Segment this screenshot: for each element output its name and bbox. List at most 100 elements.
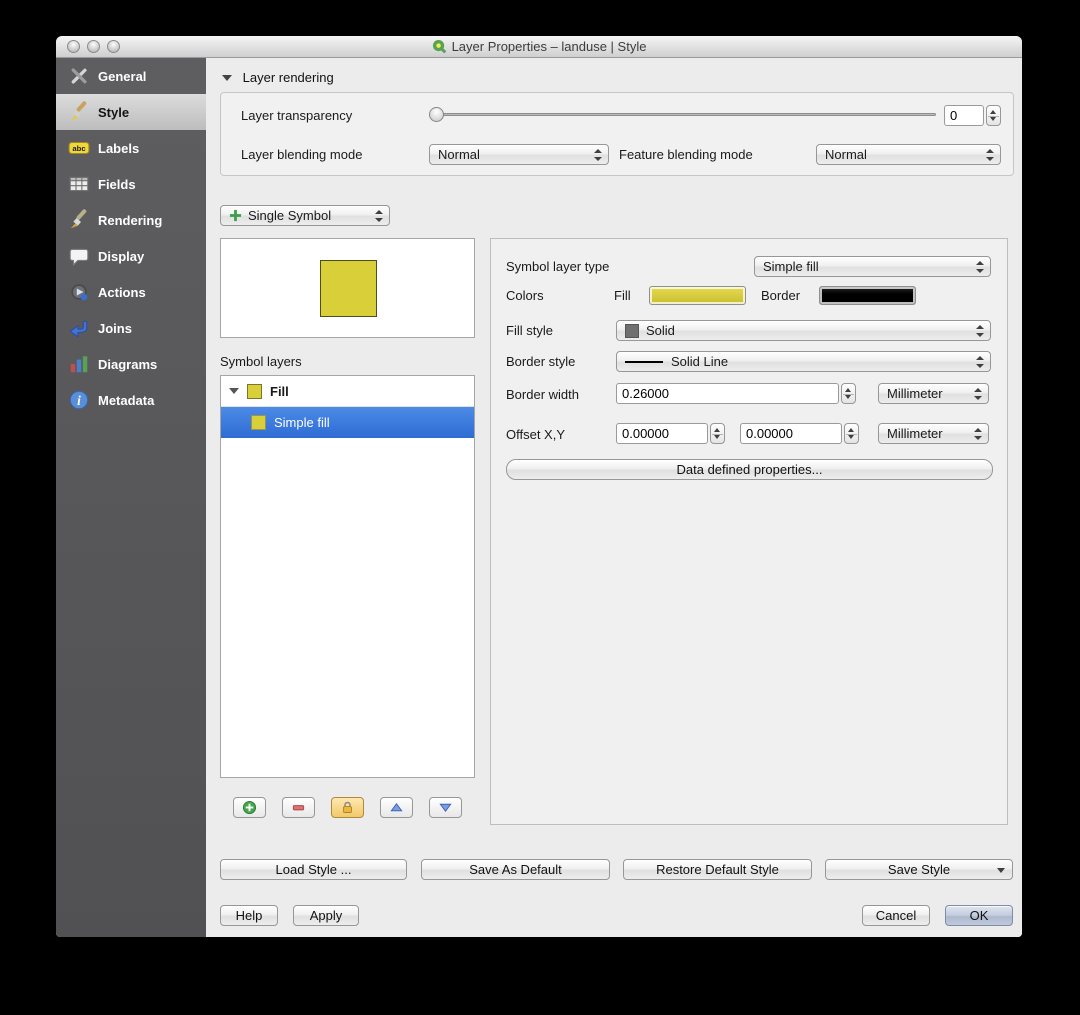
layer-properties-window: Layer Properties – landuse | Style Gener… xyxy=(56,36,1022,937)
transparency-slider[interactable] xyxy=(429,107,936,122)
lock-icon xyxy=(343,801,352,813)
restore-default-style-button[interactable]: Restore Default Style xyxy=(623,859,812,880)
sidebar-item-general[interactable]: General xyxy=(56,58,206,94)
save-as-default-button[interactable]: Save As Default xyxy=(421,859,610,880)
border-color-well[interactable] xyxy=(819,286,916,305)
offset-y-stepper[interactable] xyxy=(844,423,859,444)
lock-color-button[interactable] xyxy=(331,797,364,818)
slider-track[interactable] xyxy=(429,113,936,116)
offset-unit-select[interactable]: Millimeter xyxy=(878,423,989,444)
window-title: Layer Properties – landuse | Style xyxy=(56,36,1022,58)
title-bar[interactable]: Layer Properties – landuse | Style xyxy=(56,36,1022,58)
main-panel: Layer rendering Layer transparency Layer… xyxy=(206,58,1022,937)
layer-rendering-header[interactable]: Layer rendering xyxy=(222,70,334,85)
blend-mode-label: Layer blending mode xyxy=(241,147,363,162)
ok-button[interactable]: OK xyxy=(945,905,1013,926)
tree-row-simple-fill[interactable]: Simple fill xyxy=(221,407,474,438)
tree-expand-icon[interactable] xyxy=(229,388,239,394)
border-width-input[interactable] xyxy=(617,384,838,403)
join-arrow-icon xyxy=(68,317,90,339)
popup-arrows-icon xyxy=(976,260,984,273)
qgis-icon xyxy=(432,39,446,54)
dropdown-arrow-icon xyxy=(997,868,1005,873)
minus-icon xyxy=(292,805,305,811)
colors-label: Colors xyxy=(506,288,544,303)
svg-text:i: i xyxy=(77,393,81,408)
fill-style-select[interactable]: Solid xyxy=(616,320,991,341)
tools-icon xyxy=(68,65,90,87)
popup-arrows-icon xyxy=(594,148,602,161)
sidebar-label: Fields xyxy=(98,176,136,192)
collapse-triangle-icon[interactable] xyxy=(222,75,232,81)
border-style-label: Border style xyxy=(506,354,576,369)
up-arrow-icon xyxy=(390,802,403,812)
offset-x-input[interactable] xyxy=(617,424,707,443)
symbol-layer-type-select[interactable]: Simple fill xyxy=(754,256,991,277)
offset-x-spinbox xyxy=(616,423,725,444)
tree-row-fill[interactable]: Fill xyxy=(221,376,474,407)
offset-label: Offset X,Y xyxy=(506,427,566,442)
border-style-select[interactable]: Solid Line xyxy=(616,351,991,372)
sidebar-label: General xyxy=(98,68,147,84)
offset-y-input[interactable] xyxy=(741,424,841,443)
render-brush-icon xyxy=(68,209,90,231)
abc-label-icon: abc xyxy=(68,137,90,159)
symbol-type-select[interactable]: Single Symbol xyxy=(220,205,390,226)
sidebar-label: Metadata xyxy=(98,392,155,408)
speech-bubble-icon xyxy=(68,245,90,267)
symbol-layer-type-label: Symbol layer type xyxy=(506,259,610,274)
popup-arrows-icon xyxy=(375,209,383,222)
data-defined-properties-button[interactable]: Data defined properties... xyxy=(506,459,993,480)
border-width-label: Border width xyxy=(506,387,579,402)
sidebar: General Style abc Labels Fields Renderin… xyxy=(56,58,206,937)
feature-blend-mode-select[interactable]: Normal xyxy=(816,144,1001,165)
remove-symbol-layer-button[interactable] xyxy=(282,797,315,818)
border-width-spinbox xyxy=(616,383,856,404)
down-arrow-icon xyxy=(439,803,452,813)
fill-color-well[interactable] xyxy=(649,286,746,305)
sidebar-item-style[interactable]: Style xyxy=(56,94,206,130)
sidebar-item-diagrams[interactable]: Diagrams xyxy=(56,346,206,382)
sidebar-item-metadata[interactable]: i Metadata xyxy=(56,382,206,418)
cancel-button[interactable]: Cancel xyxy=(862,905,930,926)
popup-arrows-icon xyxy=(976,324,984,337)
sidebar-item-actions[interactable]: Actions xyxy=(56,274,206,310)
sidebar-item-display[interactable]: Display xyxy=(56,238,206,274)
save-style-button[interactable]: Save Style xyxy=(825,859,1013,880)
transparency-spinbox xyxy=(944,105,1001,126)
symbol-preview xyxy=(220,238,475,338)
apply-button[interactable]: Apply xyxy=(293,905,359,926)
symbol-properties-panel: Symbol layer type Simple fill Colors Fil… xyxy=(490,238,1008,825)
help-button[interactable]: Help xyxy=(220,905,278,926)
transparency-input[interactable] xyxy=(945,106,983,125)
symbol-layers-tree: Fill Simple fill xyxy=(220,375,475,778)
blend-mode-select[interactable]: Normal xyxy=(429,144,609,165)
add-symbol-layer-button[interactable] xyxy=(233,797,266,818)
paintbrush-icon xyxy=(68,101,90,123)
sidebar-label: Display xyxy=(98,248,145,264)
offset-y-spinbox xyxy=(740,423,859,444)
sidebar-item-labels[interactable]: abc Labels xyxy=(56,130,206,166)
fill-style-label: Fill style xyxy=(506,323,553,338)
table-icon xyxy=(68,173,90,195)
move-layer-down-button[interactable] xyxy=(429,797,462,818)
border-width-unit-select[interactable]: Millimeter xyxy=(878,383,989,404)
slider-thumb[interactable] xyxy=(429,107,444,122)
info-icon: i xyxy=(68,389,90,411)
move-layer-up-button[interactable] xyxy=(380,797,413,818)
popup-arrows-icon xyxy=(974,387,982,400)
border-color-label: Border xyxy=(761,288,801,303)
transparency-stepper[interactable] xyxy=(986,105,1001,126)
sidebar-label: Rendering xyxy=(98,212,163,228)
sidebar-item-fields[interactable]: Fields xyxy=(56,166,206,202)
bar-chart-icon xyxy=(68,353,90,375)
load-style-button[interactable]: Load Style ... xyxy=(220,859,407,880)
sidebar-item-joins[interactable]: Joins xyxy=(56,310,206,346)
border-width-stepper[interactable] xyxy=(841,383,856,404)
plus-icon xyxy=(242,800,257,815)
solid-line-icon xyxy=(625,361,663,363)
sidebar-item-rendering[interactable]: Rendering xyxy=(56,202,206,238)
solid-fill-swatch-icon xyxy=(625,324,639,338)
symbol-marker-icon xyxy=(229,209,242,222)
offset-x-stepper[interactable] xyxy=(710,423,725,444)
